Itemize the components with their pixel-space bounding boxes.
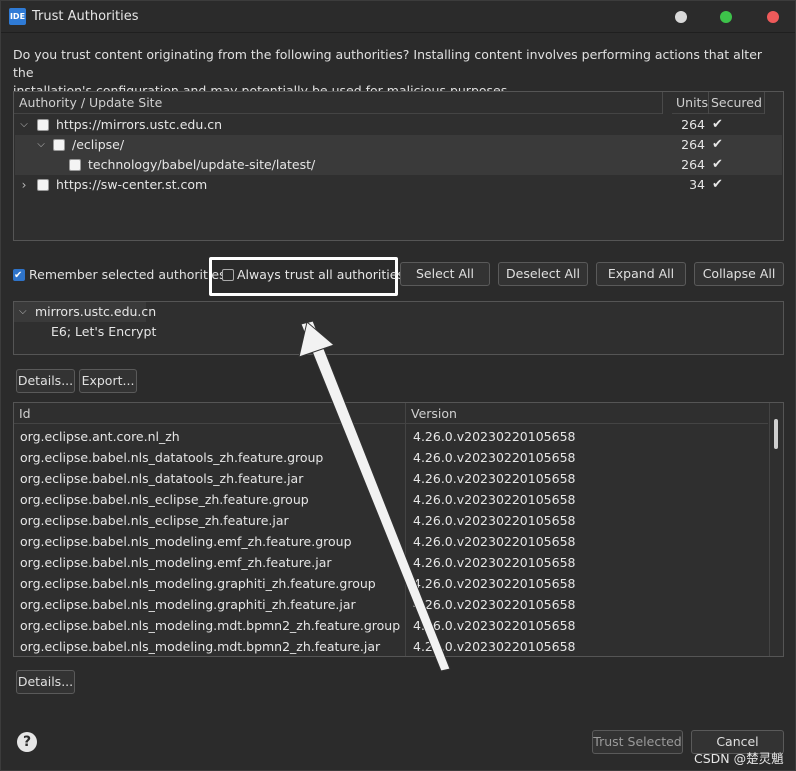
unit-id: org.eclipse.babel.nls_modeling.emf_zh.fe… [20, 555, 332, 570]
authority-row[interactable]: ⌵ /eclipse/ 264 ✔ [15, 135, 782, 155]
column-header-authority[interactable]: Authority / Update Site [14, 92, 662, 114]
export-button[interactable]: Export... [79, 369, 137, 393]
units-count: 264 [681, 157, 705, 172]
authority-checkbox[interactable] [37, 119, 49, 131]
deselect-all-button[interactable]: Deselect All [498, 262, 588, 286]
table-row[interactable]: org.eclipse.babel.nls_modeling.emf_zh.fe… [14, 531, 768, 552]
window-title: Trust Authorities [32, 9, 139, 24]
app-icon: IDE [9, 8, 26, 25]
close-button[interactable] [767, 11, 779, 23]
units-count: 264 [681, 137, 705, 152]
intro-line-1: Do you trust content originating from th… [13, 47, 763, 80]
units-table: Id Version org.eclipse.ant.core.nl_zh 4.2… [13, 402, 784, 657]
chevron-down-icon[interactable]: ⌵ [19, 302, 27, 322]
column-header-id[interactable]: Id [14, 403, 405, 424]
authority-row[interactable]: technology/babel/update-site/latest/ 264… [15, 155, 782, 175]
certificate-root-label: mirrors.ustc.edu.cn [35, 304, 157, 319]
secured-check-icon: ✔ [712, 177, 723, 192]
column-header-version[interactable]: Version [406, 403, 768, 424]
unit-id: org.eclipse.ant.core.nl_zh [20, 429, 180, 444]
details-button[interactable]: Details... [16, 369, 75, 393]
collapse-all-button[interactable]: Collapse All [694, 262, 784, 286]
expand-all-button[interactable]: Expand All [596, 262, 686, 286]
trust-selected-button[interactable]: Trust Selected [592, 730, 683, 754]
unit-version: 4.26.0.v20230220105658 [413, 492, 576, 507]
chevron-down-icon[interactable]: ⌵ [18, 115, 30, 135]
column-header-secured[interactable]: Secured [709, 92, 765, 114]
remember-label: Remember selected authorities [29, 267, 226, 282]
chevron-down-icon[interactable]: ⌵ [35, 135, 47, 155]
authority-row[interactable]: › https://sw-center.st.com 34 ✔ [15, 175, 782, 195]
unit-version: 4.26.0.v20230220105658 [413, 576, 576, 591]
unit-id: org.eclipse.babel.nls_datatools_zh.featu… [20, 450, 324, 465]
table-row[interactable]: org.eclipse.babel.nls_modeling.mdt.bpmn2… [14, 615, 768, 636]
units-count: 264 [681, 117, 705, 132]
watermark: CSDN @楚灵魈 [694, 751, 784, 766]
authorities-table: Authority / Update Site Units Secured ⌵ … [13, 91, 784, 241]
authority-label: https://sw-center.st.com [56, 177, 208, 192]
unit-version: 4.26.0.v20230220105658 [413, 534, 576, 549]
column-header-units[interactable]: Units [672, 92, 708, 114]
certificate-root-row[interactable]: ⌵ mirrors.ustc.edu.cn [14, 302, 156, 322]
minimize-button[interactable] [675, 11, 687, 23]
authority-checkbox[interactable] [69, 159, 81, 171]
unit-id: org.eclipse.babel.nls_modeling.emf_zh.fe… [20, 534, 352, 549]
authority-row[interactable]: ⌵ https://mirrors.ustc.edu.cn 264 ✔ [15, 115, 782, 135]
unit-version: 4.26.0.v20230220105658 [413, 639, 576, 654]
unit-version: 4.26.0.v20230220105658 [413, 555, 576, 570]
certificate-tree: ⌵ mirrors.ustc.edu.cn E6; Let's Encrypt [13, 301, 784, 355]
unit-version: 4.26.0.v20230220105658 [413, 513, 576, 528]
authority-label: /eclipse/ [72, 137, 125, 152]
secured-check-icon: ✔ [712, 137, 723, 152]
authority-label: technology/babel/update-site/latest/ [88, 157, 316, 172]
authority-checkbox[interactable] [53, 139, 65, 151]
unit-id: org.eclipse.babel.nls_eclipse_zh.feature… [20, 513, 289, 528]
scrollbar-thumb[interactable] [774, 419, 778, 449]
help-icon[interactable]: ? [17, 732, 37, 752]
table-row[interactable]: org.eclipse.babel.nls_eclipse_zh.feature… [14, 510, 768, 531]
check-icon: ✔ [14, 270, 23, 281]
table-row[interactable]: org.eclipse.babel.nls_modeling.graphiti_… [14, 594, 768, 615]
secured-check-icon: ✔ [712, 157, 723, 172]
trust-authorities-dialog: IDE Trust Authorities Do you trust conte… [0, 0, 796, 771]
unit-version: 4.26.0.v20230220105658 [413, 597, 576, 612]
unit-id: org.eclipse.babel.nls_datatools_zh.featu… [20, 471, 304, 486]
table-row[interactable]: org.eclipse.babel.nls_modeling.mdt.bpmn2… [14, 636, 768, 656]
unit-version: 4.26.0.v20230220105658 [413, 618, 576, 633]
certificate-child-label: E6; Let's Encrypt [51, 324, 157, 339]
authority-checkbox[interactable] [37, 179, 49, 191]
authority-label: https://mirrors.ustc.edu.cn [56, 117, 223, 132]
table-row[interactable]: org.eclipse.babel.nls_datatools_zh.featu… [14, 447, 768, 468]
table-row[interactable]: org.eclipse.babel.nls_datatools_zh.featu… [14, 468, 768, 489]
table-row[interactable]: org.eclipse.babel.nls_modeling.emf_zh.fe… [14, 552, 768, 573]
unit-id: org.eclipse.babel.nls_modeling.graphiti_… [20, 597, 356, 612]
unit-version: 4.26.0.v20230220105658 [413, 450, 576, 465]
secured-check-icon: ✔ [712, 117, 723, 132]
always-trust-checkbox[interactable] [222, 269, 234, 281]
chevron-right-icon[interactable]: › [18, 175, 30, 195]
maximize-button[interactable] [720, 11, 732, 23]
title-bar: IDE Trust Authorities [1, 1, 795, 33]
table-row[interactable]: org.eclipse.babel.nls_eclipse_zh.feature… [14, 489, 768, 510]
unit-id: org.eclipse.babel.nls_eclipse_zh.feature… [20, 492, 309, 507]
unit-id: org.eclipse.babel.nls_modeling.mdt.bpmn2… [20, 639, 381, 654]
details-button-2[interactable]: Details... [16, 670, 75, 694]
select-all-button[interactable]: Select All [400, 262, 490, 286]
unit-version: 4.26.0.v20230220105658 [413, 471, 576, 486]
unit-id: org.eclipse.babel.nls_modeling.mdt.bpmn2… [20, 618, 401, 633]
certificate-child-row[interactable]: E6; Let's Encrypt [51, 322, 156, 342]
unit-version: 4.26.0.v20230220105658 [413, 429, 576, 444]
table-row[interactable]: org.eclipse.ant.core.nl_zh 4.26.0.v202302… [14, 426, 768, 447]
units-count: 34 [689, 177, 705, 192]
always-trust-label: Always trust all authorities [237, 267, 404, 282]
table-row[interactable]: org.eclipse.babel.nls_modeling.graphiti_… [14, 573, 768, 594]
unit-id: org.eclipse.babel.nls_modeling.graphiti_… [20, 576, 376, 591]
